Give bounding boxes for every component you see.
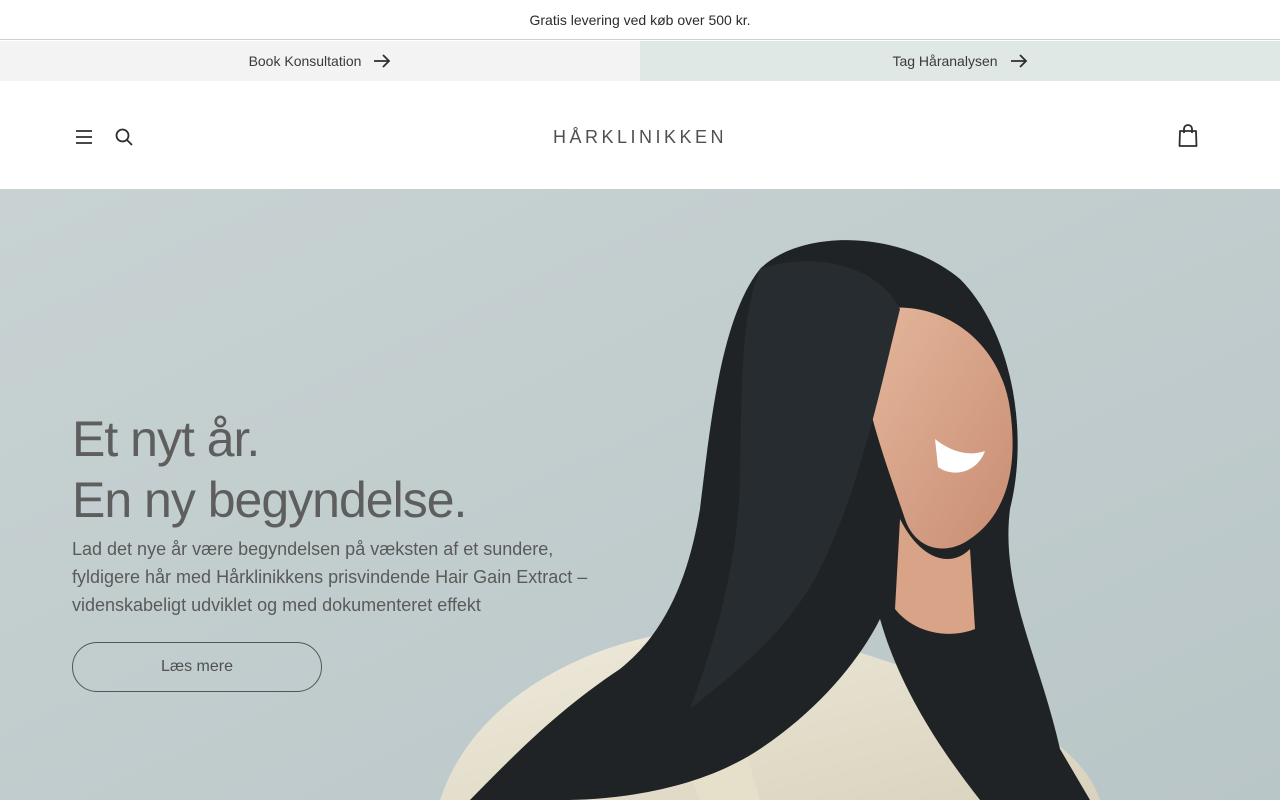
announcement-text: Gratis levering ved køb over 500 kr. <box>529 11 751 28</box>
hair-analysis-label: Tag Håranalysen <box>892 53 998 69</box>
site-header: HÅRKLINIKKEN <box>0 81 1280 189</box>
arrow-right-icon <box>1010 54 1027 68</box>
book-consultation-link[interactable]: Book Konsultation <box>0 41 640 81</box>
hair-analysis-link[interactable]: Tag Håranalysen <box>640 41 1280 81</box>
hero-title-line-1: Et nyt år. <box>72 411 260 467</box>
read-more-button[interactable]: Læs mere <box>72 642 322 692</box>
shopping-bag-icon <box>1178 124 1198 147</box>
hero-banner: Et nyt år. En ny begyndelse. Lad det nye… <box>0 189 1280 800</box>
read-more-label: Læs mere <box>160 658 234 675</box>
book-consultation-label: Book Konsultation <box>248 53 362 69</box>
hero-description: Lad det nye år være begyndelsen på vækst… <box>72 539 588 615</box>
site-logo[interactable]: HÅRKLINIKKEN <box>0 127 1280 148</box>
cart-button[interactable] <box>1174 122 1202 150</box>
hero-title-line-2: En ny begyndelse. <box>72 472 467 528</box>
cta-bar: Book Konsultation Tag Håranalysen <box>0 41 1280 81</box>
arrow-right-icon <box>374 54 391 68</box>
hero-title: Et nyt år. En ny begyndelse. <box>72 409 467 531</box>
announcement-bar: Gratis levering ved køb over 500 kr. <box>0 0 1280 40</box>
